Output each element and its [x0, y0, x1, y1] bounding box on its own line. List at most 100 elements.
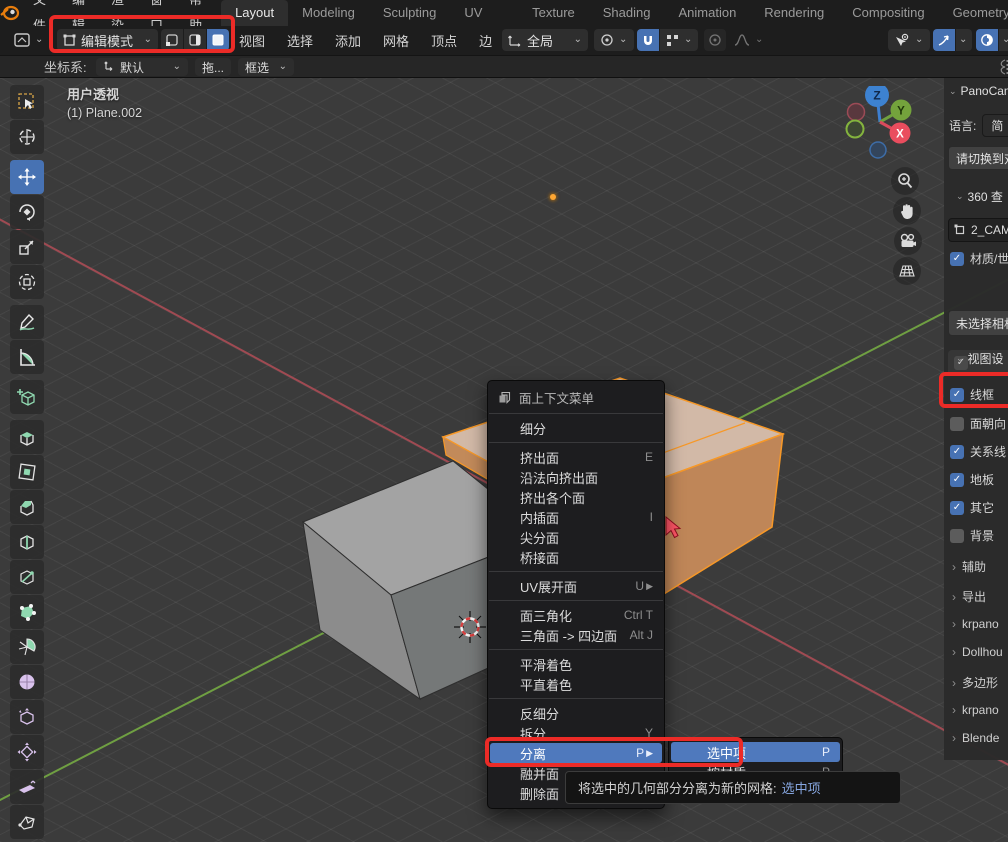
menu-view[interactable]: 视图	[228, 31, 276, 50]
section-blender[interactable]: › Blende	[952, 731, 999, 745]
rip-region-tool[interactable]	[10, 805, 44, 839]
move-tool[interactable]	[10, 160, 44, 194]
menu-mesh[interactable]: 网格	[372, 31, 420, 50]
toggle-wireframe[interactable]: ✓ 线框	[950, 386, 994, 403]
menu-item-poke-faces[interactable]: 尖分面	[490, 527, 662, 547]
menu-vertex[interactable]: 顶点	[420, 31, 468, 50]
extrude-region-tool[interactable]	[10, 420, 44, 454]
panel-header-panocam[interactable]: ⌄ PanoCam	[949, 84, 1008, 98]
menu-item-extrude-along-normals[interactable]: 沿法向挤出面	[490, 467, 662, 487]
face-select-mode-button[interactable]	[207, 29, 229, 51]
shear-tool[interactable]	[10, 770, 44, 804]
poly-build-tool[interactable]	[10, 595, 44, 629]
menu-item-inset-faces[interactable]: 内插面I	[490, 507, 662, 527]
menu-item-separate[interactable]: 分离P▶	[490, 743, 662, 763]
snap-toggle-button[interactable]	[637, 29, 659, 51]
drag-dropdown[interactable]: 拖...	[195, 58, 231, 76]
transform-tool[interactable]	[10, 265, 44, 299]
cursor-tool[interactable]	[10, 120, 44, 154]
menu-item-subdivide[interactable]: 细分	[490, 418, 662, 438]
checkbox-checked-icon[interactable]: ✓	[950, 445, 964, 459]
transform-orientation-dropdown[interactable]: 全局 ⌄	[502, 29, 588, 51]
checkbox-unchecked-icon[interactable]	[950, 417, 964, 431]
language-dropdown[interactable]: 简	[982, 114, 1008, 137]
select-box-dropdown[interactable]: 框选 ⌄	[238, 58, 294, 76]
section-krpano-2[interactable]: › krpano	[952, 703, 999, 717]
smooth-tool[interactable]	[10, 665, 44, 699]
tab-modeling[interactable]: Modeling	[288, 0, 369, 26]
navigation-gizmo[interactable]: Z Y X	[838, 86, 930, 170]
show-overlays-button[interactable]	[976, 29, 998, 51]
axis-negative-x-handle[interactable]	[848, 104, 865, 121]
checkbox-unchecked-icon[interactable]	[950, 529, 964, 543]
editor-type-dropdown[interactable]: ⌄	[8, 29, 48, 51]
loop-cut-tool[interactable]	[10, 525, 44, 559]
tab-compositing[interactable]: Compositing	[838, 0, 938, 26]
mode-dropdown[interactable]: 编辑模式 ⌄	[57, 29, 158, 51]
bevel-tool[interactable]	[10, 490, 44, 524]
add-cube-tool[interactable]	[10, 380, 44, 414]
perspective-toggle-button[interactable]	[893, 257, 921, 285]
camera-view-button[interactable]	[894, 227, 922, 255]
axis-z-handle[interactable]: Z	[865, 86, 889, 107]
coordinate-system-dropdown[interactable]: 默认 ⌄	[96, 58, 188, 76]
proportional-falloff-dropdown[interactable]: ⌄	[728, 29, 768, 51]
axis-x-handle[interactable]: X	[890, 123, 911, 144]
menu-item-unsubdivide[interactable]: 反细分	[490, 703, 662, 723]
checkbox-checked-icon[interactable]: ✓	[950, 501, 964, 515]
menu-item-extrude-individual[interactable]: 挤出各个面	[490, 487, 662, 507]
select-box-tool[interactable]	[10, 85, 44, 119]
shrink-fatten-tool[interactable]	[10, 735, 44, 769]
object-visibility-dropdown[interactable]: ⌄	[888, 29, 930, 51]
blender-logo-icon[interactable]	[0, 5, 20, 21]
pan-hand-button[interactable]	[893, 197, 921, 225]
material-world-checkbox-row[interactable]: ✓ 材质/世界	[950, 250, 1008, 267]
menu-item-extrude-faces[interactable]: 挤出面E	[490, 447, 662, 467]
section-krpano-1[interactable]: › krpano	[952, 617, 999, 631]
checkbox-checked-icon[interactable]: ✓	[950, 473, 964, 487]
section-header-360[interactable]: ⌄ 360 查	[956, 188, 1008, 205]
toggle-other[interactable]: ✓ 其它	[950, 499, 994, 516]
rotate-tool[interactable]	[10, 195, 44, 229]
gizmo-dropdown[interactable]: ⌄	[956, 29, 972, 51]
menu-select[interactable]: 选择	[276, 31, 324, 50]
menu-edge[interactable]: 边	[468, 31, 503, 50]
switch-camera-button[interactable]: 请切换到对	[948, 146, 1008, 170]
toggle-floor[interactable]: ✓ 地板	[950, 471, 994, 488]
axis-y-handle[interactable]: Y	[891, 100, 912, 121]
menu-item-bridge-faces[interactable]: 桥接面	[490, 547, 662, 567]
section-header-view-settings[interactable]: ⌄ 视图设	[956, 350, 1008, 367]
snap-with-dropdown[interactable]: ⌄	[660, 29, 698, 51]
tab-uv-editing[interactable]: UV Editing	[450, 0, 518, 26]
inset-faces-tool[interactable]	[10, 455, 44, 489]
scale-tool[interactable]	[10, 230, 44, 264]
menu-item-split[interactable]: 拆分Y	[490, 723, 662, 743]
vertex-select-mode-button[interactable]	[161, 29, 183, 51]
tab-texture-paint[interactable]: Texture Paint	[518, 0, 589, 26]
camera-object-field[interactable]: 2_CAM	[948, 218, 1008, 242]
no-camera-button[interactable]: 未选择相机	[948, 310, 1008, 336]
menu-item-triangulate[interactable]: 面三角化Ctrl T	[490, 605, 662, 625]
zoom-button[interactable]	[891, 167, 919, 195]
section-assist[interactable]: › 辅助	[952, 558, 986, 575]
menu-item-tris-to-quads[interactable]: 三角面 -> 四边面Alt J	[490, 625, 662, 645]
tab-shading[interactable]: Shading	[589, 0, 665, 26]
knife-tool[interactable]	[10, 560, 44, 594]
toggle-relationship-lines[interactable]: ✓ 关系线	[950, 443, 1006, 460]
edge-select-mode-button[interactable]	[184, 29, 206, 51]
annotate-tool[interactable]	[10, 305, 44, 339]
menu-item-shade-flat[interactable]: 平直着色	[490, 674, 662, 694]
section-polygon[interactable]: › 多边形	[952, 674, 998, 691]
tab-animation[interactable]: Animation	[664, 0, 750, 26]
measure-tool[interactable]	[10, 340, 44, 374]
tab-layout[interactable]: Layout	[221, 0, 288, 26]
tab-geometry-nodes[interactable]: Geometry Nodes	[939, 0, 1008, 26]
submenu-item-selection[interactable]: 选中项 P	[671, 742, 840, 762]
toggle-face-orientation[interactable]: 面朝向	[950, 415, 1006, 432]
tab-sculpting[interactable]: Sculpting	[369, 0, 450, 26]
axis-negative-z-handle[interactable]	[870, 142, 886, 158]
edge-slide-tool[interactable]	[10, 700, 44, 734]
tab-rendering[interactable]: Rendering	[750, 0, 838, 26]
section-export[interactable]: › 导出	[952, 588, 986, 605]
show-gizmo-button[interactable]	[933, 29, 955, 51]
